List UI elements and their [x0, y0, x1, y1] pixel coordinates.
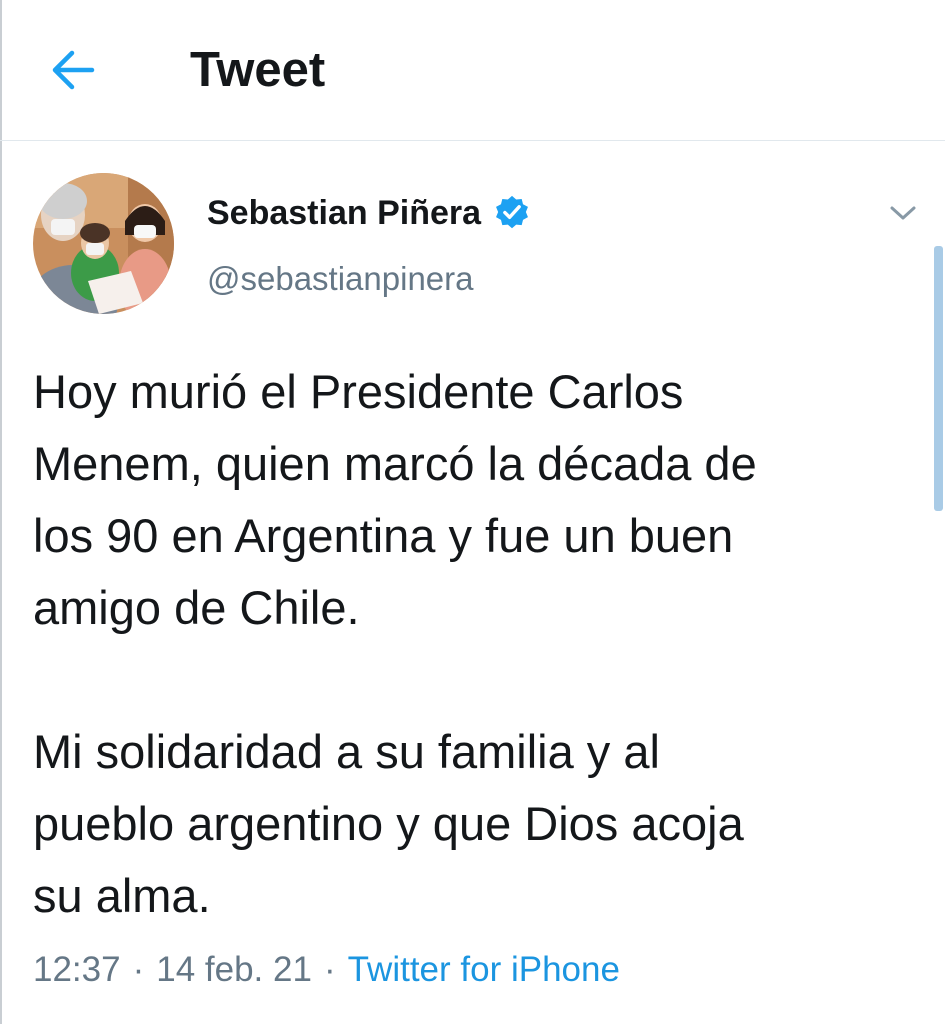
- tweet-metadata: 12:37 · 14 feb. 21 · Twitter for iPhone: [33, 945, 620, 995]
- meta-separator: ·: [132, 950, 145, 989]
- tweet-date: 14 feb. 21: [156, 950, 312, 989]
- back-button[interactable]: [40, 40, 106, 100]
- author-name-row[interactable]: Sebastian Piñera: [207, 190, 531, 236]
- top-app-bar: Tweet: [0, 0, 945, 141]
- tweet-options-button[interactable]: [880, 195, 926, 231]
- avatar[interactable]: [33, 173, 174, 314]
- tweet-text: Hoy murió el Presidente Carlos Menem, qu…: [33, 365, 757, 922]
- arrow-left-icon: [52, 50, 95, 90]
- profile-photo: [33, 173, 174, 314]
- author-handle[interactable]: @sebastianpinera: [207, 256, 474, 302]
- display-name[interactable]: Sebastian Piñera: [207, 190, 481, 236]
- chevron-down-icon: [890, 206, 916, 220]
- verified-badge-icon: [496, 195, 528, 229]
- meta-separator: ·: [323, 950, 336, 989]
- page-title: Tweet: [190, 43, 326, 97]
- window-edge: [0, 0, 2, 1024]
- scrollbar[interactable]: [934, 246, 943, 511]
- tweet-source-link[interactable]: Twitter for iPhone: [348, 945, 620, 995]
- tweet-time: 12:37: [33, 950, 121, 989]
